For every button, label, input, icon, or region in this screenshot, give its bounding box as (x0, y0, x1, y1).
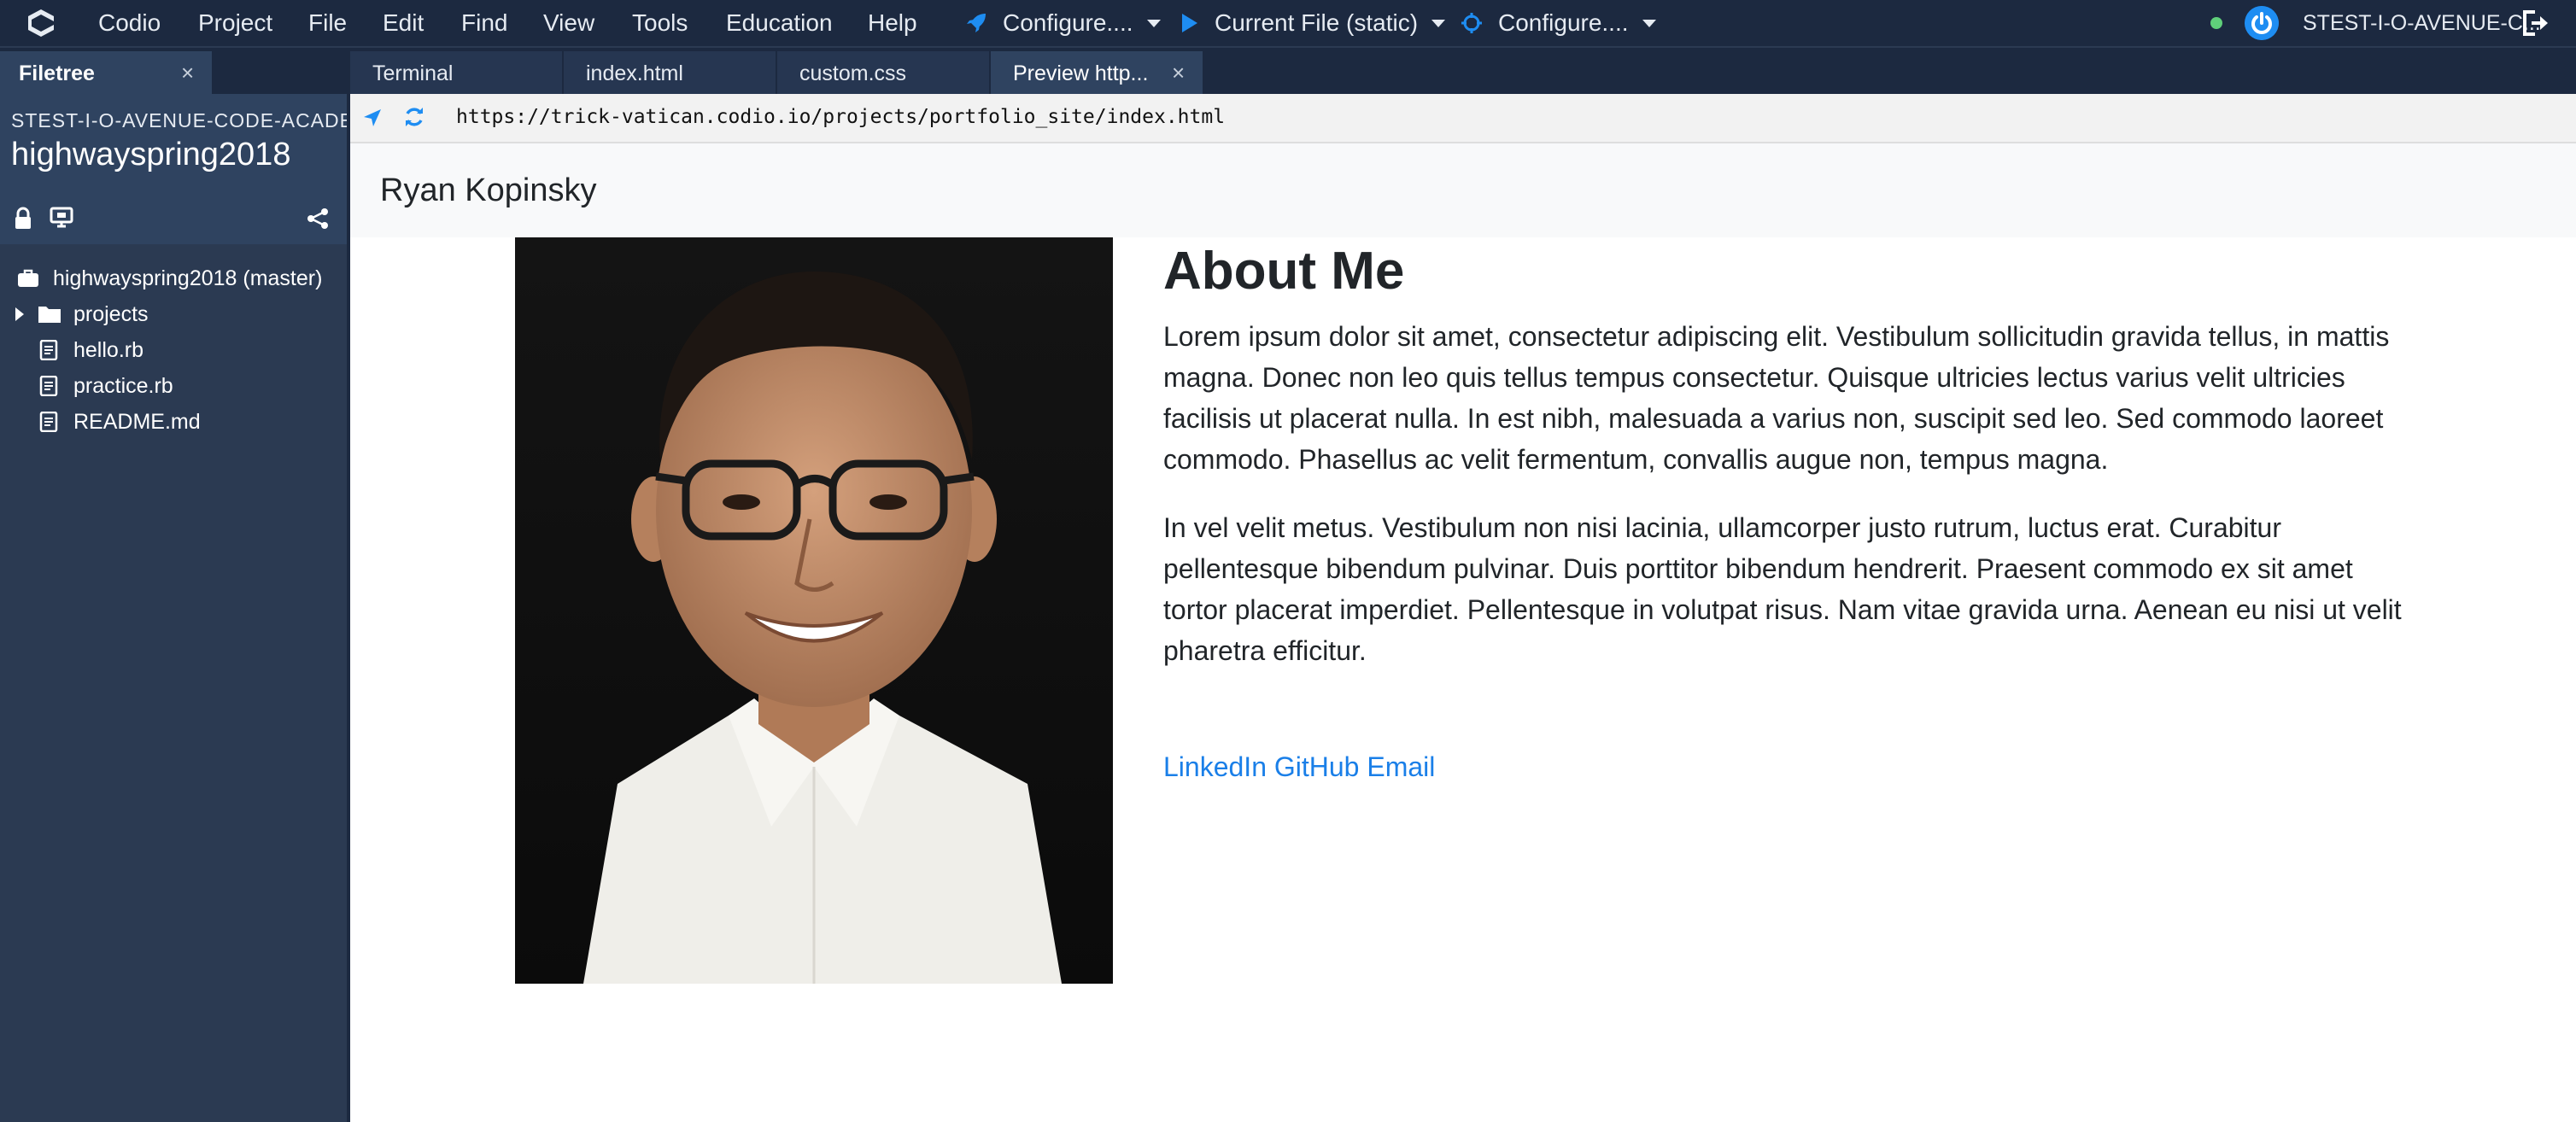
tree-folder-projects[interactable]: projects (14, 297, 149, 331)
about-paragraph-2: In vel velit metus. Vestibulum non nisi … (1163, 512, 2402, 666)
crosshair-icon (1461, 13, 1482, 33)
configure-deploy-button[interactable]: Configure.... (965, 7, 1161, 39)
tree-file-readme[interactable]: README.md (39, 405, 201, 439)
tree-root-item[interactable]: highwayspring2018 (master) (17, 261, 322, 295)
email-link[interactable]: Email (1367, 751, 1435, 782)
tab-label: Preview http... (1013, 61, 1149, 85)
configure-preview-button[interactable]: Configure.... (1461, 7, 1656, 39)
url-field[interactable]: https://trick-vatican.codio.io/projects/… (456, 106, 1225, 128)
menu-view[interactable]: View (543, 9, 594, 38)
menu-tools[interactable]: Tools (632, 9, 688, 38)
menu-education[interactable]: Education (726, 9, 833, 38)
site-brand[interactable]: Ryan Kopinsky (380, 172, 596, 209)
editor-pane: Terminal index.html custom.css Preview h… (350, 48, 2576, 1122)
configure-deploy-label: Configure.... (1003, 9, 1133, 36)
project-name: highwayspring2018 (11, 137, 291, 172)
filetree-tab-label: Filetree (19, 61, 95, 85)
share-icon[interactable] (306, 207, 330, 231)
configure-preview-label: Configure.... (1498, 9, 1629, 36)
tree-file-hello[interactable]: hello.rb (39, 333, 143, 367)
play-icon (1182, 14, 1197, 32)
tree-file-practice[interactable]: practice.rb (39, 369, 173, 403)
menu-help[interactable]: Help (868, 9, 917, 38)
menu-codio[interactable]: Codio (98, 9, 161, 38)
logout-icon[interactable] (2521, 9, 2552, 38)
box-title: STEST-I-O-AVENUE-CODE-ACADEMY (11, 109, 347, 131)
tree-item-label: README.md (73, 409, 201, 434)
github-link[interactable]: GitHub (1274, 751, 1360, 782)
run-target-label: Current File (static) (1215, 9, 1419, 36)
refresh-icon[interactable] (403, 106, 425, 128)
power-icon[interactable] (2245, 6, 2279, 40)
menu-find[interactable]: Find (461, 9, 507, 38)
monitor-icon[interactable] (50, 207, 73, 229)
chevron-down-icon (1642, 19, 1656, 27)
chevron-down-icon (1146, 19, 1161, 27)
run-target-button[interactable]: Current File (static) (1180, 7, 1446, 39)
tree-item-label: projects (73, 301, 149, 326)
tree-item-label: hello.rb (73, 337, 143, 362)
rocket-icon (967, 14, 986, 32)
file-icon (39, 376, 58, 396)
lock-icon[interactable] (14, 207, 32, 231)
preview-address-bar: https://trick-vatican.codio.io/projects/… (350, 94, 2576, 143)
tab-index-html[interactable]: index.html (564, 51, 777, 94)
status-dot-icon (2210, 17, 2222, 29)
file-icon (39, 340, 58, 360)
profile-photo (515, 237, 1113, 984)
close-icon[interactable]: × (181, 60, 194, 86)
user-account-label[interactable]: STEST-I-O-AVENUE-C... (2303, 9, 2541, 38)
menu-project[interactable]: Project (198, 9, 272, 38)
about-heading: About Me (1163, 242, 1405, 301)
tab-label: index.html (586, 61, 683, 85)
site-navbar: Ryan Kopinsky (350, 143, 2576, 237)
linkedin-link[interactable]: LinkedIn (1163, 751, 1267, 782)
briefcase-icon (18, 269, 38, 287)
tab-label: custom.css (799, 61, 907, 85)
filetree-sidebar: Filetree × STEST-I-O-AVENUE-CODE-ACADEMY… (0, 48, 350, 1122)
tab-custom-css[interactable]: custom.css (777, 51, 991, 94)
menu-file[interactable]: File (308, 9, 347, 38)
menubar: Codio Project File Edit Find View Tools … (0, 0, 2576, 46)
tab-terminal[interactable]: Terminal (350, 51, 564, 94)
tree-item-label: practice.rb (73, 373, 173, 398)
folder-icon (38, 307, 61, 323)
menu-edit[interactable]: Edit (383, 9, 424, 38)
navigate-arrow-icon[interactable] (362, 108, 383, 128)
social-links: LinkedIn GitHub Email (1163, 746, 1435, 787)
tab-filetree[interactable]: Filetree × (0, 51, 212, 94)
sidebar-tab-bar: Filetree × (0, 48, 347, 94)
editor-tab-bar: Terminal index.html custom.css Preview h… (350, 48, 2576, 94)
tab-preview[interactable]: Preview http... × (991, 51, 1204, 94)
codio-logo-icon[interactable] (24, 7, 58, 39)
tab-label: Terminal (372, 61, 454, 85)
file-icon (39, 412, 58, 432)
tree-item-label: highwayspring2018 (master) (53, 266, 323, 290)
chevron-down-icon (1431, 19, 1446, 27)
close-icon[interactable]: × (1172, 60, 1185, 86)
caret-right-icon[interactable] (14, 306, 26, 323)
about-paragraph-1: Lorem ipsum dolor sit amet, consectetur … (1163, 321, 2390, 475)
